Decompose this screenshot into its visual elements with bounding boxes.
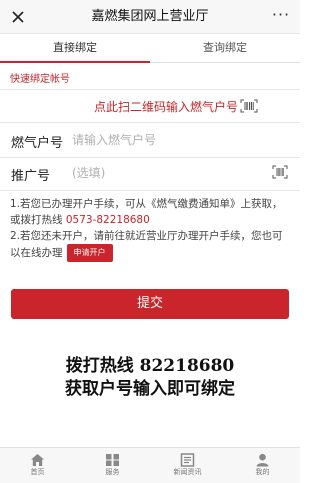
note-text: 2.若您还未开户，请前往就近营业厅办理开户手续，您也可以在线办理 [10, 230, 283, 259]
barcode-scan-icon[interactable] [272, 164, 288, 179]
banner-line-2: 获取户号输入即可绑定 [65, 379, 235, 399]
referral-label: 推广号 [11, 169, 51, 184]
divider [0, 122, 300, 123]
title-bar: 嘉燃集团网上营业厅 ··· [0, 0, 300, 34]
banner-line-1: 拨打热线 82218680 [65, 356, 235, 376]
news-icon [180, 453, 195, 467]
nav-label: 首页 [30, 468, 45, 476]
nav-item-news[interactable]: 新闻资讯 [150, 448, 225, 483]
submit-button[interactable]: 提交 [11, 289, 289, 319]
tab-direct-bind[interactable]: 直接绑定 [0, 34, 150, 63]
referral-row: 推广号 [0, 159, 300, 189]
section-label-quick-bind: 快速绑定帐号 [10, 74, 70, 85]
gas-account-input[interactable] [72, 129, 272, 151]
tab-query-bind[interactable]: 查询绑定 [150, 34, 300, 63]
barcode-scan-icon[interactable] [240, 98, 258, 113]
nav-label: 新闻资讯 [173, 468, 202, 476]
note-line-2: 2.若您还未开户，请前往就近营业厅办理开户手续，您也可以在线办理 申请开户 [10, 228, 292, 262]
bottom-nav: 首页 服务 新闻资讯 我的 [0, 447, 300, 483]
nav-item-mine[interactable]: 我的 [225, 448, 300, 483]
open-account-button[interactable]: 申请开户 [66, 244, 113, 262]
nav-label: 服务 [105, 468, 120, 476]
close-icon[interactable] [8, 7, 28, 27]
scan-qr-link[interactable]: 点此扫二维码输入燃气户号 [94, 98, 238, 115]
referral-input[interactable] [72, 162, 272, 184]
divider [0, 190, 300, 191]
note-line-1: 1.若您已办理开户手续，可从《燃气缴费通知单》上获取，或拨打热线 0573-82… [10, 196, 292, 228]
service-icon [106, 454, 119, 466]
gas-account-label: 燃气户号 [11, 136, 64, 151]
divider [0, 157, 300, 158]
hotline-phone-link[interactable]: 0573-82218680 [66, 214, 150, 226]
tab-bar: 直接绑定 查询绑定 [0, 34, 300, 63]
gas-account-row: 燃气户号 [0, 126, 300, 156]
user-icon [256, 453, 269, 467]
more-menu-icon[interactable]: ··· [270, 6, 292, 28]
home-icon [31, 454, 44, 466]
nav-item-home[interactable]: 首页 [0, 448, 75, 483]
help-notes: 1.若您已办理开户手续，可从《燃气缴费通知单》上获取，或拨打热线 0573-82… [10, 196, 292, 262]
divider [0, 89, 300, 90]
scan-qr-row[interactable]: 点此扫二维码输入燃气户号 [0, 92, 300, 120]
nav-label: 我的 [255, 468, 270, 476]
hotline-banner: 拨打热线 82218680 获取户号输入即可绑定 [0, 355, 300, 401]
page-title: 嘉燃集团网上营业厅 [91, 9, 209, 24]
nav-item-service[interactable]: 服务 [75, 448, 150, 483]
